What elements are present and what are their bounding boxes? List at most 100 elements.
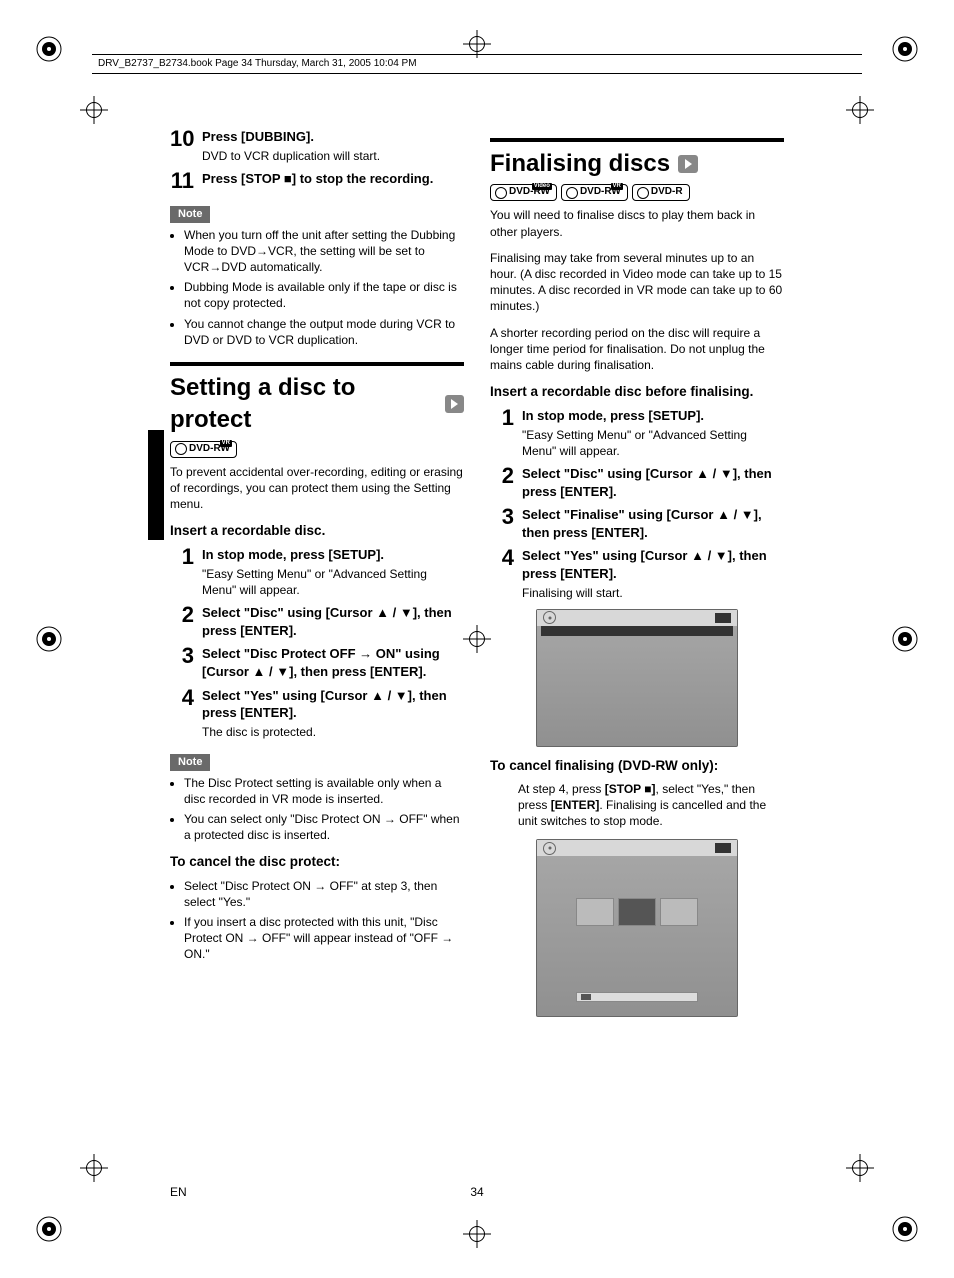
note-item: You can select only "Disc Protect ON → O… [184,811,464,843]
subhead: Insert a recordable disc. [170,522,464,540]
note-item: When you turn off the unit after setting… [184,227,464,276]
media-badge-dvd-rw-vr: DVD-RW VR [561,184,628,201]
cancel-text-bold: [ENTER] [551,798,600,812]
disc-icon [543,611,556,624]
step-1: 1 In stop mode, press [SETUP]. "Easy Set… [170,546,464,598]
step-number: 2 [170,604,194,626]
step-number: 11 [170,170,194,192]
step-number: 2 [490,465,514,487]
step-title: Select "Disc Protect OFF → ON" using [Cu… [202,645,464,680]
play-icon [445,395,465,413]
cancel-list: Select "Disc Protect ON → OFF" at step 3… [170,878,464,963]
media-badge-text: DVD-R [651,186,683,197]
step-title: Press [DUBBING]. [202,128,464,146]
step-number: 10 [170,128,194,150]
step-title: Select "Disc" using [Cursor ▲ / ▼], then… [522,465,784,500]
step-title: In stop mode, press [SETUP]. [522,407,784,425]
section-tab-label: Recording [150,432,165,491]
media-badge-sup: Video [532,183,552,190]
step-number: 1 [490,407,514,429]
step-number: 3 [170,645,194,667]
cancel-item: Select "Disc Protect ON → OFF" at step 3… [184,878,464,910]
registration-mark-icon [34,624,64,654]
section-title-protect: Setting a disc to protect [170,372,464,437]
cancel-subhead: To cancel the disc protect: [170,853,464,871]
media-badge-dvd-rw-video: DVD-RW Video [490,184,557,201]
step-11: 11 Press [STOP ■] to stop the recording. [170,170,464,192]
screen-mode-icon [715,843,731,853]
screenshot-finalise-progress [536,609,738,747]
note-list: The Disc Protect setting is available on… [170,775,464,844]
step-subtext: DVD to VCR duplication will start. [202,148,464,164]
disc-icon [543,842,556,855]
step-subtext: "Easy Setting Menu" or "Advanced Setting… [522,427,784,459]
thumbnail-icon [618,898,656,926]
step-number: 4 [170,687,194,709]
screen-mode-icon [715,613,731,623]
section-intro: A shorter recording period on the disc w… [490,325,784,374]
step-4: 4 Select "Yes" using [Cursor ▲ / ▼], the… [490,547,784,600]
step-3: 3 Select "Disc Protect OFF → ON" using [… [170,645,464,680]
media-badges: DVD-RW VR [170,441,464,458]
registration-mark-icon [890,624,920,654]
step-10: 10 Press [DUBBING]. DVD to VCR duplicati… [170,128,464,164]
step-title: Select "Yes" using [Cursor ▲ / ▼], then … [522,547,784,582]
note-label: Note [170,754,210,771]
registration-mark-icon [890,34,920,64]
step-title: In stop mode, press [SETUP]. [202,546,464,564]
section-title-text: Finalising discs [490,148,670,180]
thumbnail-icon [660,898,698,926]
media-badges: DVD-RW Video DVD-RW VR DVD-R [490,184,784,201]
cancel-body: At step 4, press [STOP ■], select "Yes,"… [490,781,784,830]
page: DRV_B2737_B2734.book Page 34 Thursday, M… [0,0,954,1278]
cancel-item: If you insert a disc protected with this… [184,914,464,963]
page-footer: EN 34 [170,1184,784,1200]
note-item: You cannot change the output mode during… [184,316,464,348]
section-divider [490,138,784,142]
section-title-finalising: Finalising discs [490,148,784,180]
subhead: Insert a recordable disc before finalisi… [490,383,784,401]
step-number: 1 [170,546,194,568]
screenshot-finalise-cancel [536,839,738,1017]
step-subtext: The disc is protected. [202,724,464,740]
step-title: Select "Finalise" using [Cursor ▲ / ▼], … [522,506,784,541]
cancel-text-bold: [STOP ■] [605,782,656,796]
step-1: 1 In stop mode, press [SETUP]. "Easy Set… [490,407,784,459]
step-subtext: Finalising will start. [522,585,784,601]
footer-page-number: 34 [470,1184,483,1200]
progress-bar-icon [541,626,733,636]
registration-mark-icon [34,34,64,64]
step-subtext: "Easy Setting Menu" or "Advanced Setting… [202,566,464,598]
note-list: When you turn off the unit after setting… [170,227,464,348]
crosshair-icon [80,1154,108,1182]
section-intro: You will need to finalise discs to play … [490,207,784,239]
step-2: 2 Select "Disc" using [Cursor ▲ / ▼], th… [170,604,464,639]
progress-bar-icon [576,992,698,1002]
section-intro: To prevent accidental over-recording, ed… [170,464,464,513]
media-badge-dvd-r: DVD-R [632,184,690,201]
section-intro: Finalising may take from several minutes… [490,250,784,315]
section-title-text: Setting a disc to protect [170,372,437,437]
note-label: Note [170,206,210,223]
step-number: 3 [490,506,514,528]
header-file-path-text: DRV_B2737_B2734.book Page 34 Thursday, M… [98,58,417,69]
left-column: 10 Press [DUBBING]. DVD to VCR duplicati… [170,124,464,1158]
step-4: 4 Select "Yes" using [Cursor ▲ / ▼], the… [170,687,464,740]
registration-mark-icon [890,1214,920,1244]
step-number: 4 [490,547,514,569]
note-item: The Disc Protect setting is available on… [184,775,464,807]
registration-mark-icon [34,1214,64,1244]
content-area: 10 Press [DUBBING]. DVD to VCR duplicati… [170,124,784,1158]
play-icon [678,155,698,173]
cancel-subhead: To cancel finalising (DVD-RW only): [490,757,784,775]
footer-language: EN [170,1184,230,1200]
step-title: Select "Disc" using [Cursor ▲ / ▼], then… [202,604,464,639]
right-column: Finalising discs DVD-RW Video DVD-RW VR … [490,124,784,1158]
step-2: 2 Select "Disc" using [Cursor ▲ / ▼], th… [490,465,784,500]
crosshair-icon [846,1154,874,1182]
media-badge-sup: VR [220,440,232,447]
media-badge-dvd-rw-vr: DVD-RW VR [170,441,237,458]
crosshair-icon [463,1220,491,1248]
media-badge-sup: VR [611,183,623,190]
note-item: Dubbing Mode is available only if the ta… [184,279,464,311]
